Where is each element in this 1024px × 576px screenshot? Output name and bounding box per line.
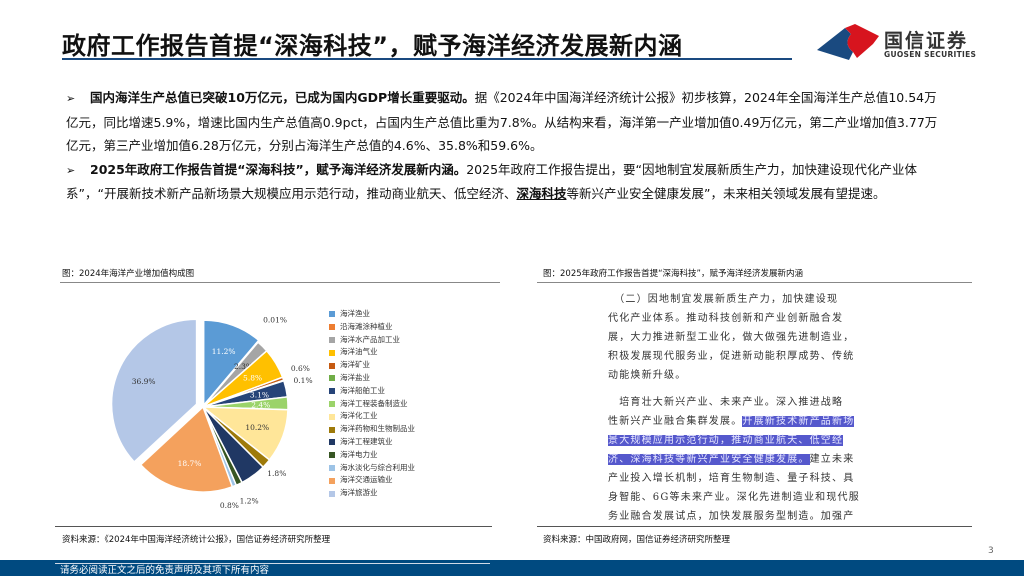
bullet-arrow-icon: ➢ xyxy=(66,92,76,105)
bullet-paragraph-1: ➢ 国内海洋生产总值已突破10万亿元，已成为国内GDP增长重要驱动。据《2024年… xyxy=(66,86,946,158)
bullet-paragraph-2: ➢ 2025年政府工作报告首提“深海科技”，赋予海洋经济发展新内涵。2025年政府… xyxy=(66,158,946,206)
legend-swatch xyxy=(329,413,335,420)
paragraph-1-heading: 国内海洋生产总值已突破10万亿元，已成为国内GDP增长重要驱动。 xyxy=(90,90,475,105)
excerpt-line: 身智能、6G等未来产业。深化先进制造业和现代服 xyxy=(608,492,860,503)
legend-swatch xyxy=(329,477,335,484)
legend-label: 海洋渔业 xyxy=(340,309,370,318)
legend-swatch xyxy=(329,349,335,356)
legend-label: 海洋矿业 xyxy=(340,360,370,370)
legend-item: 海洋矿业 xyxy=(329,359,415,372)
legend-swatch xyxy=(329,464,335,471)
paragraph-2-heading: 2025年政府工作报告首提“深海科技”，赋予海洋经济发展新内涵。 xyxy=(90,161,467,177)
left-figure-caption: 图：2024年海洋产业增加值构成图 xyxy=(62,269,195,279)
excerpt-line: 代化产业体系。推动科技创新和产业创新融合发 xyxy=(608,313,844,324)
pie-data-label: 0.6% xyxy=(291,364,310,373)
legend-swatch xyxy=(329,426,335,433)
highlighted-text: 景大规模应用示范行动，推动商业航天、低空经 xyxy=(608,435,844,446)
excerpt-line: 积极发展现代服务业，促进新动能积厚成势、传统 xyxy=(608,351,855,362)
excerpt-line: 培育壮大新兴产业、未来产业。深入推进战略 xyxy=(608,397,844,408)
summary-text: ➢ 国内海洋生产总值已突破10万亿元，已成为国内GDP增长重要驱动。据《2024年… xyxy=(66,86,946,206)
logo-text-cn: 国信证券 xyxy=(884,30,969,52)
pie-data-label: 11.2% xyxy=(212,347,236,356)
title-underline xyxy=(62,58,792,60)
page-number: 3 xyxy=(988,546,994,556)
pie-data-label: 10.2% xyxy=(245,423,269,432)
legend-item: 海洋船舶工业 xyxy=(329,385,415,398)
legend-swatch xyxy=(329,400,335,407)
pie-data-label: 1.8% xyxy=(267,469,286,478)
pie-data-label: 18.7% xyxy=(178,459,202,468)
legend-label: 海洋化工业 xyxy=(340,411,378,421)
legend-item: 海洋交通运输业 xyxy=(329,474,415,487)
legend-item: 海洋水产品加工业 xyxy=(329,334,415,347)
legend-item: 海洋旅游业 xyxy=(329,487,415,500)
legend-swatch xyxy=(329,388,335,395)
excerpt-line: 性新兴产业融合集群发展。开展新技术新产品新场 xyxy=(608,416,855,427)
legend-label: 海洋工程装备制造业 xyxy=(340,398,408,408)
right-figure-source: 资料来源：中国政府网，国信证券经济研究所整理 xyxy=(543,535,731,545)
legend-item: 海水淡化与综合利用业 xyxy=(329,462,415,475)
legend-item: 海洋电力业 xyxy=(329,449,415,462)
legend-swatch xyxy=(329,439,335,446)
right-caption-divider xyxy=(537,282,972,283)
legend-swatch xyxy=(329,490,335,497)
pie-data-label: 0.01% xyxy=(263,316,287,325)
legend-label: 海洋电力业 xyxy=(340,449,378,459)
legend-item: 沿海滩涂种植业 xyxy=(329,321,415,334)
legend-label: 海洋船舶工业 xyxy=(340,385,385,395)
legend-swatch xyxy=(329,324,335,331)
chart-legend: 海洋渔业 沿海滩涂种植业 海洋水产品加工业 海洋油气业 海洋矿业 海洋盐业 海洋船舶工业 海洋… xyxy=(329,308,415,500)
legend-item: 海洋渔业 xyxy=(329,308,415,321)
pie-data-label: 0.8% xyxy=(220,501,239,510)
pie-chart: 11.2%0.01%2.3%5.8%0.6%0.1%3.1%2.4%10.2%1… xyxy=(110,316,313,510)
footer-disclaimer: 请务必阅读正文之后的免责声明及其项下所有内容 xyxy=(60,565,270,576)
logo-text-en: GUOSEN SECURITIES xyxy=(884,50,977,59)
legend-swatch xyxy=(329,375,335,382)
legend-item: 海洋工程建筑业 xyxy=(329,436,415,449)
pie-data-label: 1.2% xyxy=(240,497,259,506)
left-source-divider xyxy=(55,526,492,527)
paragraph-2-text-end: 等新兴产业安全健康发展”，未来相关领域发展有望提速。 xyxy=(566,186,886,201)
legend-label: 海洋旅游业 xyxy=(340,488,378,498)
excerpt-line: 景大规模应用示范行动，推动商业航天、低空经 xyxy=(608,431,908,450)
legend-swatch xyxy=(329,311,335,318)
legend-item: 海洋油气业 xyxy=(329,346,415,359)
right-figure-caption: 图：2025年政府工作报告首提“深海科技”，赋予海洋经济发展新内涵 xyxy=(543,269,803,279)
pie-data-label: 3.1% xyxy=(250,391,269,400)
legend-swatch xyxy=(329,362,335,369)
legend-item: 海洋药物和生物制品业 xyxy=(329,423,415,436)
legend-swatch xyxy=(329,452,335,459)
pie-data-label: 36.9% xyxy=(132,377,156,386)
legend-item: 海洋盐业 xyxy=(329,372,415,385)
legend-label: 海洋盐业 xyxy=(340,372,370,382)
left-figure-source: 资料来源：《2024年中国海洋经济统计公报》，国信证券经济研究所整理 xyxy=(62,535,331,545)
right-source-divider xyxy=(537,526,972,527)
page-title: 政府工作报告首提“深海科技”，赋予海洋经济发展新内涵 xyxy=(62,32,683,60)
highlighted-text: 开展新技术新产品新场 xyxy=(742,416,855,427)
excerpt-line: （二）因地制宜发展新质生产力，加快建设现 xyxy=(608,294,839,305)
excerpt-line: 济、深海科技等新兴产业安全健康发展。建立未来 xyxy=(608,454,855,465)
legend-label: 沿海滩涂种植业 xyxy=(340,321,393,331)
legend-label: 海洋水产品加工业 xyxy=(340,334,400,344)
report-excerpt-image: （二）因地制宜发展新质生产力，加快建设现 代化产业体系。推动科技创新和产业创新融合… xyxy=(608,290,908,526)
legend-label: 海洋油气业 xyxy=(340,347,378,357)
legend-label: 海水淡化与综合利用业 xyxy=(340,462,415,472)
bullet-arrow-icon: ➢ xyxy=(66,163,76,177)
deep-sea-tech-keyword: 深海科技 xyxy=(516,186,567,201)
pie-data-label: 0.1% xyxy=(294,376,313,385)
excerpt-line: 务业融合发展试点，加快发展服务型制造。加强产 xyxy=(608,511,855,522)
excerpt-line: 动能焕新升级。 xyxy=(608,370,687,381)
legend-label: 海洋药物和生物制品业 xyxy=(340,424,415,434)
legend-item: 海洋工程装备制造业 xyxy=(329,398,415,411)
left-caption-divider xyxy=(60,282,500,283)
legend-label: 海洋工程建筑业 xyxy=(340,436,393,446)
highlighted-text: 济、深海科技等新兴产业安全健康发展。 xyxy=(608,454,810,465)
legend-item: 海洋化工业 xyxy=(329,410,415,423)
legend-label: 海洋交通运输业 xyxy=(340,475,393,485)
excerpt-line: 产业投入增长机制，培育生物制造、量子科技、具 xyxy=(608,473,855,484)
excerpt-line: 展，大力推进新型工业化，做大做强先进制造业， xyxy=(608,332,855,343)
pie-data-label: 5.8% xyxy=(243,373,262,382)
legend-swatch xyxy=(329,336,335,343)
